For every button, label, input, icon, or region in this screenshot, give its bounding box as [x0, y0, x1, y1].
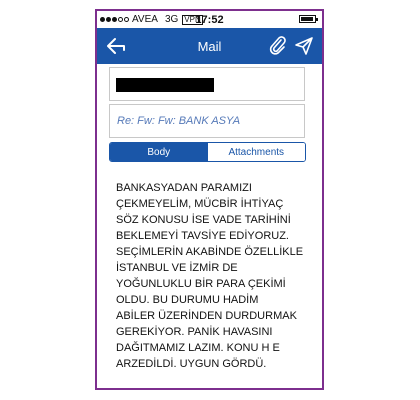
- status-bar: AVEA 3G VPN 17:52: [97, 11, 322, 28]
- body-line: DAĞITMAMIZ LAZIM. KONU H E: [116, 342, 280, 354]
- body-line: SEÇİMLERİN AKABİNDE ÖZELLİKLE: [116, 246, 304, 258]
- paperclip-icon[interactable]: [268, 36, 288, 56]
- phone-screen: AVEA 3G VPN 17:52 Mail Re: Fw: Fw: BANK …: [95, 9, 324, 390]
- tab-attachments[interactable]: Attachments: [207, 143, 305, 161]
- send-icon[interactable]: [294, 36, 314, 56]
- body-line: ARZEDİLDİ. UYGUN GÖRDÜ.: [116, 358, 267, 370]
- navigation-bar: Mail: [97, 28, 322, 64]
- battery-icon: [299, 15, 318, 23]
- body-line: ÇEKMEYELİM, MÜCBİR İHTİYAÇ: [116, 198, 284, 210]
- back-arrow-icon[interactable]: [107, 36, 127, 56]
- subject-field[interactable]: Re: Fw: Fw: BANK ASYA: [109, 104, 305, 138]
- subject-text: Re: Fw: Fw: BANK ASYA: [117, 115, 241, 127]
- page-title: Mail: [197, 38, 222, 54]
- body-line: SÖZ KONUSU İSE VADE TARİHİNİ: [116, 214, 291, 226]
- tab-body[interactable]: Body: [110, 143, 208, 161]
- body-line: BANKASYADAN PARAMIZI: [116, 182, 252, 194]
- message-body: BANKASYADAN PARAMIZI ÇEKMEYELİM, MÜCBİR …: [116, 180, 312, 372]
- body-line: OLDU. BU DURUMU HADİM: [116, 294, 259, 306]
- redacted-sender: [116, 78, 214, 92]
- from-field[interactable]: [109, 67, 305, 101]
- body-line: YOĞUNLUKLU BİR PARA ÇEKİMİ: [116, 278, 286, 290]
- body-line: ABİLER ÜZERİNDEN DURDURMAK: [116, 310, 297, 322]
- status-time: 17:52: [195, 13, 224, 26]
- body-line: BEKLEMEYİ TAVSİYE EDİYORUZ.: [116, 230, 289, 242]
- body-line: GEREKİYOR. PANİK HAVASINI: [116, 326, 273, 338]
- body-attachments-toggle: Body Attachments: [109, 142, 306, 162]
- body-line: İSTANBUL VE İZMİR DE: [116, 262, 238, 274]
